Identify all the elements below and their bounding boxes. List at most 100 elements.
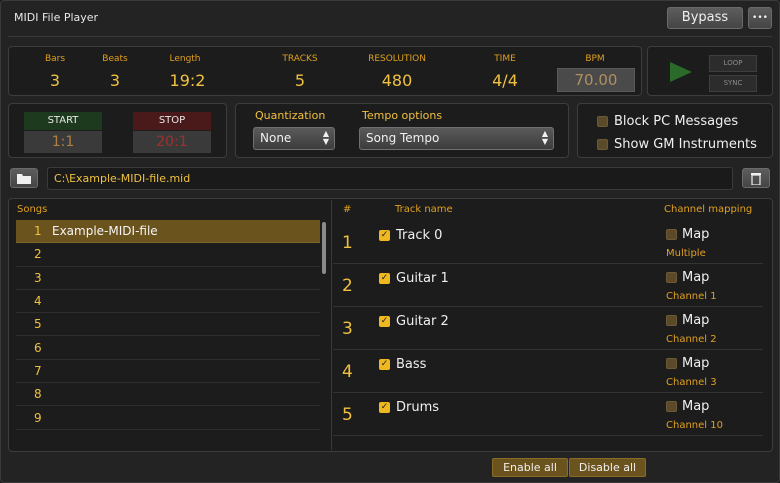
tempo-options-label: Tempo options — [362, 109, 443, 122]
tempo-options-select[interactable]: Song Tempo ▲ ▼ — [359, 127, 554, 150]
track-number: 3 — [342, 319, 353, 339]
list-item[interactable]: 9 — [16, 406, 320, 430]
tempo-options-value: Song Tempo — [366, 131, 440, 145]
more-options-button[interactable]: ••• — [748, 7, 772, 29]
resolution-label: RESOLUTION — [368, 54, 426, 64]
start-label: START — [24, 112, 102, 130]
track-name: Bass — [396, 357, 427, 372]
beats-label: Beats — [102, 54, 128, 64]
table-row[interactable]: 3 ✓ Guitar 2 Map Channel 2 — [333, 307, 763, 350]
enable-all-button[interactable]: Enable all — [492, 458, 568, 477]
track-enable-checkbox[interactable]: ✓ — [379, 402, 390, 413]
list-item[interactable]: 3 — [16, 267, 320, 290]
table-row[interactable]: 5 ✓ Drums Map Channel 10 — [333, 393, 763, 436]
songs-tracks-divider — [331, 200, 332, 450]
bars-label: Bars — [44, 54, 66, 64]
map-label: Map — [682, 270, 710, 285]
list-item[interactable]: 5 — [16, 313, 320, 337]
track-number: 1 — [342, 233, 353, 253]
song-number: 8 — [34, 387, 42, 402]
track-name: Guitar 1 — [396, 271, 449, 286]
map-label: Map — [682, 313, 710, 328]
quantization-select[interactable]: None ▲ ▼ — [253, 127, 335, 150]
songs-list: 1 Example-MIDI-file 2 3 4 5 6 7 8 9 — [16, 220, 320, 450]
channel-value[interactable]: Channel 2 — [666, 334, 717, 345]
map-label: Map — [682, 227, 710, 242]
map-checkbox[interactable] — [666, 272, 677, 283]
map-label: Map — [682, 356, 710, 371]
track-name-header: Track name — [395, 204, 453, 215]
bypass-button[interactable]: Bypass — [667, 7, 743, 29]
table-row[interactable]: 1 ✓ Track 0 Map Multiple — [333, 221, 763, 264]
songs-scrollbar[interactable] — [322, 222, 326, 274]
song-number: 2 — [34, 247, 42, 262]
file-path-field[interactable]: C:\Example-MIDI-file.mid — [47, 167, 733, 190]
list-item[interactable]: 8 — [16, 383, 320, 407]
table-row[interactable]: 4 ✓ Bass Map Channel 3 — [333, 350, 763, 393]
track-name: Track 0 — [396, 228, 443, 243]
length-label: Length — [169, 54, 201, 64]
song-name: Example-MIDI-file — [52, 224, 158, 239]
bars-value: 3 — [49, 71, 61, 90]
song-number: 4 — [34, 294, 42, 309]
start-field[interactable]: 1:1 — [24, 131, 102, 153]
tracks-list: 1 ✓ Track 0 Map Multiple 2 ✓ Guitar 1 Ma… — [333, 221, 763, 436]
list-item[interactable]: 7 — [16, 360, 320, 384]
track-enable-checkbox[interactable]: ✓ — [379, 359, 390, 370]
quantization-value: None — [260, 131, 292, 145]
song-number: 3 — [34, 270, 42, 285]
list-item[interactable]: 1 Example-MIDI-file — [16, 220, 320, 244]
select-arrows-icon: ▲ ▼ — [322, 129, 329, 146]
map-checkbox[interactable] — [666, 358, 677, 369]
block-pc-label: Block PC Messages — [614, 114, 739, 129]
map-label: Map — [682, 399, 710, 414]
track-enable-checkbox[interactable]: ✓ — [379, 316, 390, 327]
map-checkbox[interactable] — [666, 401, 677, 412]
channel-value[interactable]: Channel 3 — [666, 377, 717, 388]
channel-value[interactable]: Channel 1 — [666, 291, 717, 302]
track-number: 2 — [342, 276, 353, 296]
header-divider — [8, 36, 772, 37]
map-checkbox[interactable] — [666, 315, 677, 326]
open-folder-button[interactable] — [10, 168, 38, 188]
channel-value[interactable]: Channel 10 — [666, 420, 723, 431]
stop-label: STOP — [133, 112, 211, 130]
tracks-value: 5 — [294, 71, 306, 90]
track-name: Drums — [396, 400, 440, 415]
channel-value[interactable]: Multiple — [666, 248, 706, 259]
beats-value: 3 — [109, 71, 121, 90]
time-label: TIME — [494, 54, 516, 64]
track-enable-checkbox[interactable]: ✓ — [379, 273, 390, 284]
length-value: 19:2 — [169, 71, 206, 90]
map-checkbox[interactable] — [666, 229, 677, 240]
channel-mapping-header: Channel mapping — [664, 204, 753, 215]
sync-button[interactable]: SYNC — [709, 75, 757, 92]
show-gm-label: Show GM Instruments — [614, 137, 757, 152]
track-name: Guitar 2 — [396, 314, 449, 329]
trash-icon — [751, 173, 761, 186]
select-arrows-icon: ▲ ▼ — [541, 129, 548, 146]
track-number-header: # — [343, 204, 352, 215]
track-number: 4 — [342, 362, 353, 382]
loop-button[interactable]: LOOP — [709, 55, 757, 72]
table-row[interactable]: 2 ✓ Guitar 1 Map Channel 1 — [333, 264, 763, 307]
stop-field[interactable]: 20:1 — [133, 131, 211, 153]
track-number: 5 — [342, 405, 353, 425]
song-number: 6 — [34, 340, 42, 355]
disable-all-button[interactable]: Disable all — [569, 458, 646, 477]
play-button[interactable] — [668, 60, 694, 88]
tracks-label: TRACKS — [282, 54, 318, 64]
song-number: 1 — [34, 224, 42, 239]
delete-file-button[interactable] — [742, 168, 770, 188]
songs-header: Songs — [17, 204, 48, 215]
bpm-field[interactable]: 70.00 — [557, 68, 635, 92]
block-pc-checkbox[interactable] — [597, 116, 608, 127]
track-enable-checkbox[interactable]: ✓ — [379, 230, 390, 241]
quantization-label: Quantization — [255, 109, 326, 122]
song-number: 7 — [34, 363, 42, 378]
list-item[interactable]: 6 — [16, 336, 320, 360]
song-number: 5 — [34, 317, 42, 332]
show-gm-checkbox[interactable] — [597, 139, 608, 150]
list-item[interactable]: 4 — [16, 290, 320, 314]
list-item[interactable]: 2 — [16, 243, 320, 267]
